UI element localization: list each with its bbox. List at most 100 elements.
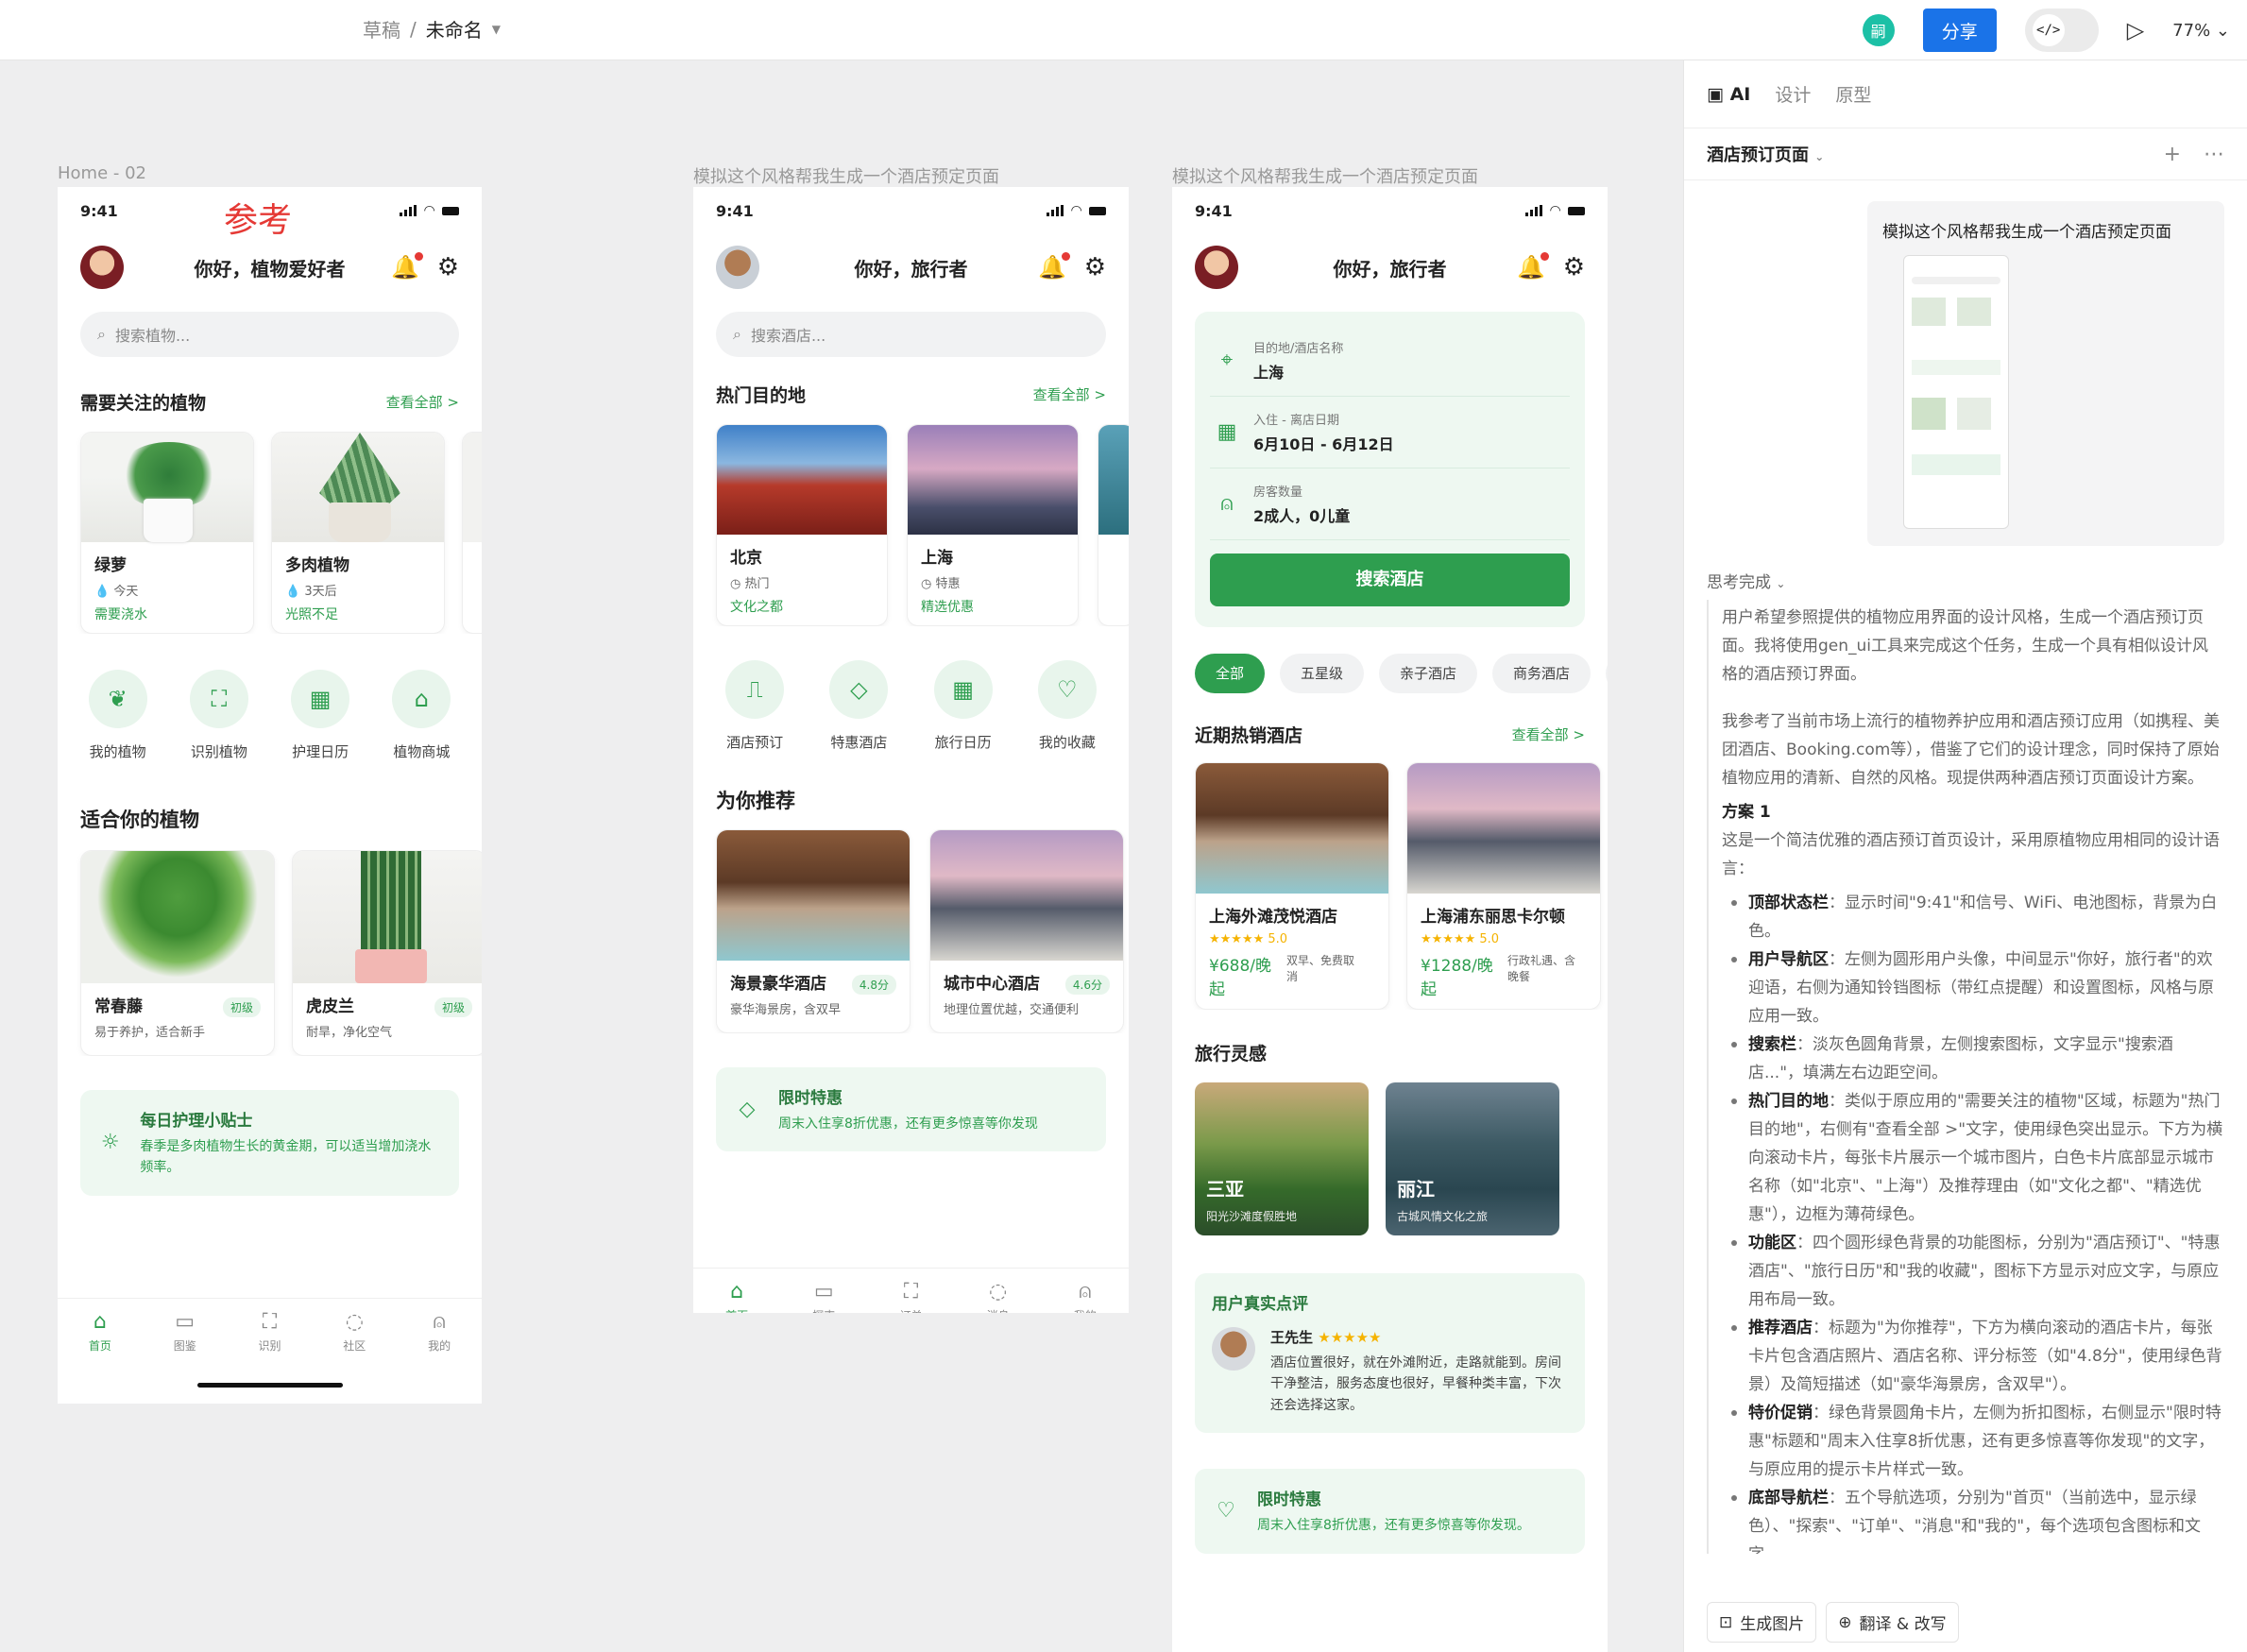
inspiration-cards[interactable]: 三亚 阳光沙滩度假胜地 丽江 古城风情文化之旅	[1172, 1082, 1608, 1235]
plant-card[interactable]: 多肉植物 💧 3天后 光照不足	[271, 432, 445, 634]
search-input[interactable]: ⌕ 搜索酒店...	[716, 312, 1106, 357]
hotel-card[interactable]: 上海浦东丽思卡尔顿 ★★★★★ 5.0 ¥1288/晚起 行政礼遇、含晚餐	[1406, 762, 1601, 1010]
rating-badge: 4.6分	[1064, 975, 1110, 995]
recommend-card[interactable]: 虎皮兰 初级 耐旱，净化空气	[292, 850, 482, 1056]
func-identify[interactable]: ⛶ 识别植物	[189, 670, 248, 761]
inspiration-card[interactable]: 三亚 阳光沙滩度假胜地	[1195, 1082, 1369, 1235]
date-field[interactable]: ▦ 入住 - 离店日期 6月10日 - 6月12日	[1210, 397, 1570, 468]
chip-business[interactable]: 商务酒店	[1492, 654, 1592, 693]
bell-icon[interactable]: 🔔	[1517, 252, 1549, 281]
hotel-card[interactable]: 城市中心酒店 4.6分 地理位置优越，交通便利	[929, 829, 1124, 1033]
phone-frame-plant[interactable]: 9:41 ◠ 参考 你好，植物爱好者 🔔 ⚙ ⌕ 搜索植物... 需要关注的植物 …	[58, 187, 482, 1404]
attached-image-thumbnail[interactable]	[1903, 255, 2009, 529]
star-rating: ★★★★★	[1318, 1329, 1382, 1346]
see-all-link[interactable]: 查看全部 >	[386, 392, 459, 412]
tab-home[interactable]: ⌂首页	[725, 1280, 748, 1313]
hot-hotel-cards[interactable]: 上海外滩茂悦酒店 ★★★★★ 5.0 ¥688/晚起 双早、免费取消 上海浦东丽思卡尔…	[1172, 762, 1608, 1010]
play-icon[interactable]: ▷	[2127, 17, 2144, 43]
chip-all[interactable]: 全部	[1195, 654, 1266, 693]
func-deals[interactable]: ◇ 特惠酒店	[829, 660, 889, 752]
phone-frame-hotel-1[interactable]: 9:41 ◠ 你好，旅行者 🔔 ⚙ ⌕ 搜索酒店... 热门目的地 查看全部 > …	[693, 187, 1129, 1313]
zoom-level[interactable]: 77% ⌄	[2172, 21, 2230, 41]
frame-label[interactable]: 模拟这个风格帮我生成一个酒店预定页面	[1172, 163, 1478, 188]
translate-rewrite-button[interactable]: ⊕ 翻译 & 改写	[1826, 1602, 1959, 1643]
tab-identify[interactable]: ⛶ 识别	[258, 1310, 281, 1354]
section-header: 适合你的植物	[58, 805, 482, 833]
ai-answer: 用户希望参照提供的植物应用界面的设计风格，生成一个酒店预订页面。我将使用gen_…	[1707, 600, 2224, 1554]
conversation-title[interactable]: 酒店预订页面 ⌄	[1707, 142, 1824, 166]
tab-guide[interactable]: ▭ 图鉴	[174, 1310, 196, 1354]
see-all-link[interactable]: 查看全部 >	[1033, 384, 1106, 404]
bell-icon[interactable]: 🔔	[391, 252, 423, 281]
search-icon: ⌕	[733, 325, 741, 343]
frame-label[interactable]: 模拟这个风格帮我生成一个酒店预定页面	[693, 163, 999, 188]
tab-messages[interactable]: ◌消息	[987, 1280, 1010, 1313]
inspiration-card[interactable]: 丽江 古城风情文化之旅	[1386, 1082, 1559, 1235]
code-icon: </>	[2032, 14, 2065, 46]
chip-more[interactable]: 温	[1606, 654, 1608, 693]
design-canvas[interactable]: Home - 02 9:41 ◠ 参考 你好，植物爱好者 🔔 ⚙ ⌕ 搜索植物..…	[0, 60, 1683, 1652]
generate-image-button[interactable]: ⊡ 生成图片	[1707, 1602, 1817, 1643]
city-image	[908, 425, 1078, 535]
recommend-cards[interactable]: 常春藤 初级 易于养护，适合新手 虎皮兰 初级 耐旱，净化空气	[58, 850, 482, 1056]
thinking-status[interactable]: 思考完成 ⌄	[1684, 546, 2247, 600]
list-item: 特价促销：绿色背景圆角卡片，左侧为折扣图标，右侧显示"限时特惠"标题和"周末入住…	[1722, 1399, 2224, 1484]
tab-orders[interactable]: ⛶订单	[899, 1280, 922, 1313]
promo-card[interactable]: ♡ 限时特惠 周末入住享8折优惠，还有更多惊喜等你发现。	[1195, 1469, 1585, 1554]
breadcrumb-current[interactable]: 未命名	[426, 15, 483, 43]
hotel-card[interactable]: 上海外滩茂悦酒店 ★★★★★ 5.0 ¥688/晚起 双早、免费取消	[1195, 762, 1389, 1010]
tab-profile[interactable]: ⍝我的	[1074, 1280, 1097, 1313]
func-booking[interactable]: ⎍ 酒店预订	[725, 660, 785, 752]
func-calendar[interactable]: ▦ 旅行日历	[933, 660, 993, 752]
phone-frame-hotel-2[interactable]: 9:41 ◠ 你好，旅行者 🔔 ⚙ ⌖ 目的地/酒店名称 上海 ▦ 入住 - 离店日期…	[1172, 187, 1608, 1652]
feature-list: 顶部状态栏：显示时间"9:41"和信号、WiFi、电池图标，背景为白色。 用户导…	[1722, 889, 2224, 1554]
share-button[interactable]: 分享	[1922, 9, 1997, 52]
see-all-link[interactable]: 查看全部 >	[1512, 724, 1585, 744]
plant-meta: 💧 3天后	[285, 585, 337, 599]
destination-card[interactable]	[1098, 424, 1129, 626]
tab-ai[interactable]: ▣ AI	[1707, 84, 1750, 105]
bell-icon[interactable]: 🔔	[1038, 252, 1070, 281]
plant-card[interactable]: 绿萝 💧 今天 需要浇水	[80, 432, 254, 634]
destination-cards[interactable]: 北京 ◷ 热门 文化之都 上海 ◷ 特惠 精选优惠	[693, 424, 1129, 626]
code-mode-toggle[interactable]: </>	[2024, 9, 2099, 52]
func-favorites[interactable]: ♡ 我的收藏	[1037, 660, 1097, 752]
func-shop[interactable]: ⌂ 植物商城	[392, 670, 451, 761]
recommend-card[interactable]: 常春藤 初级 易于养护，适合新手	[80, 850, 275, 1056]
destination-field[interactable]: ⌖ 目的地/酒店名称 上海	[1210, 325, 1570, 397]
tab-community[interactable]: ◌ 社区	[343, 1310, 366, 1354]
more-icon[interactable]: ⋯	[2204, 143, 2224, 166]
chevron-down-icon[interactable]: ▼	[492, 23, 501, 36]
plant-card[interactable]	[462, 432, 482, 634]
tab-prototype[interactable]: 原型	[1835, 81, 1871, 107]
list-item: 搜索栏：淡灰色圆角背景，左侧搜索图标，文字显示"搜索酒店..."，填满左右边距空…	[1722, 1030, 2224, 1087]
tab-profile[interactable]: ⍝我的	[428, 1310, 451, 1354]
status-time: 9:41	[80, 201, 118, 220]
plus-icon[interactable]: +	[2164, 143, 2181, 166]
tab-explore[interactable]: ▭探索	[812, 1280, 835, 1313]
user-avatar[interactable]: 嗣	[1862, 14, 1895, 46]
frame-label[interactable]: Home - 02	[58, 163, 146, 183]
hotel-card[interactable]: 海景豪华酒店 4.8分 豪华海景房，含双早	[716, 829, 911, 1033]
search-hotel-button[interactable]: 搜索酒店	[1210, 554, 1570, 606]
booking-form: ⌖ 目的地/酒店名称 上海 ▦ 入住 - 离店日期 6月10日 - 6月12日 ⍝ 房客数…	[1195, 312, 1585, 627]
gear-icon[interactable]: ⚙	[437, 253, 459, 281]
chip-five-star[interactable]: 五星级	[1280, 654, 1365, 693]
func-my-plants[interactable]: ❦ 我的植物	[88, 670, 147, 761]
chip-family[interactable]: 亲子酒店	[1379, 654, 1478, 693]
plant-cards[interactable]: 绿萝 💧 今天 需要浇水 多肉植物 💧 3天后 光照不足	[58, 432, 482, 634]
gear-icon[interactable]: ⚙	[1084, 253, 1106, 281]
search-icon: ⌕	[97, 325, 106, 343]
tip-card[interactable]: ☼ 每日护理小贴士 春季是多肉植物生长的黄金期，可以适当增加浇水频率。	[80, 1090, 459, 1196]
recommend-cards[interactable]: 海景豪华酒店 4.8分 豪华海景房，含双早 城市中心酒店 4.6分 地理位置优越，交通便…	[693, 829, 1129, 1033]
destination-card[interactable]: 北京 ◷ 热门 文化之都	[716, 424, 888, 626]
gear-icon[interactable]: ⚙	[1563, 253, 1585, 281]
destination-card[interactable]: 上海 ◷ 特惠 精选优惠	[907, 424, 1079, 626]
guests-field[interactable]: ⍝ 房客数量 2成人，0儿童	[1210, 468, 1570, 540]
search-input[interactable]: ⌕ 搜索植物...	[80, 312, 459, 357]
func-calendar[interactable]: ▦ 护理日历	[291, 670, 350, 761]
promo-card[interactable]: ◇ 限时特惠 周末入住享8折优惠，还有更多惊喜等你发现	[716, 1067, 1106, 1152]
tab-design[interactable]: 设计	[1775, 81, 1811, 107]
breadcrumb-parent[interactable]: 草稿	[363, 15, 400, 43]
tab-home[interactable]: ⌂首页	[89, 1310, 111, 1354]
